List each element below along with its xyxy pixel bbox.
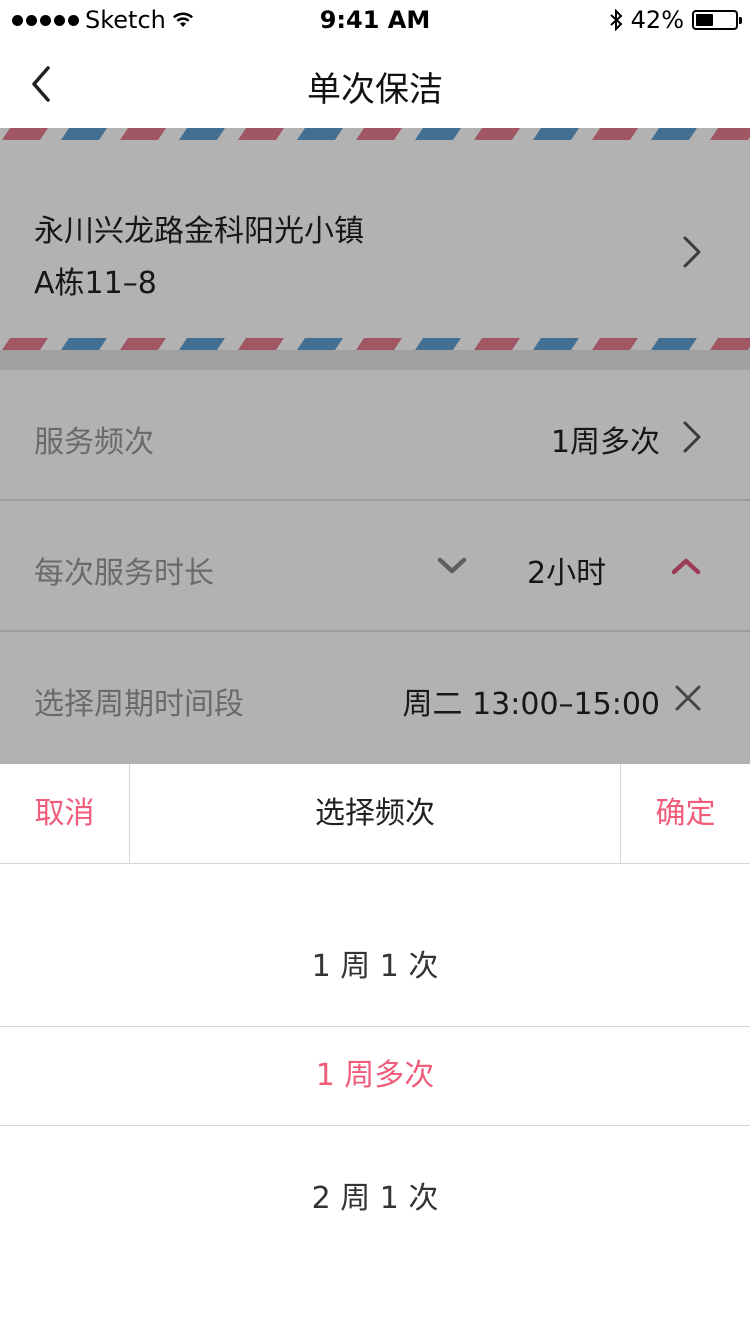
picker-option[interactable]: 1 周 1 次 [0, 918, 750, 1016]
picker-title: 选择频次 [315, 796, 435, 831]
bluetooth-icon [609, 9, 623, 31]
picker-option-selected[interactable]: 1 周多次 [0, 1026, 750, 1126]
modal-overlay[interactable] [0, 128, 750, 764]
picker-toolbar: 取消 选择频次 确定 [0, 764, 750, 864]
frequency-picker-sheet: 取消 选择频次 确定 1 周 1 次 1 周多次 2 周 1 次 [0, 764, 750, 1334]
battery-icon [692, 10, 742, 30]
status-right: 42% [609, 6, 742, 34]
page-title: 单次保洁 [307, 70, 443, 110]
confirm-button[interactable]: 确定 [620, 764, 750, 864]
cancel-button[interactable]: 取消 [0, 764, 130, 864]
battery-percent: 42% [630, 6, 684, 34]
picker-option[interactable]: 2 周 1 次 [0, 1150, 750, 1248]
nav-bar: 单次保洁 [0, 40, 750, 128]
status-bar: Sketch 9:41 AM 42% [0, 0, 750, 40]
